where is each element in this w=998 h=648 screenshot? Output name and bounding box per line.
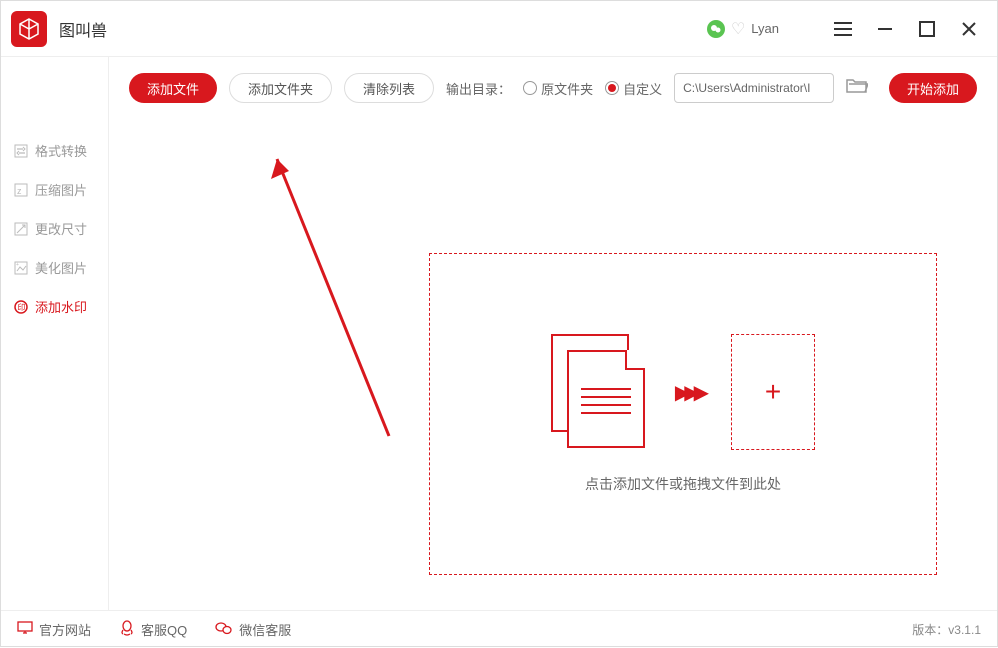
- add-file-button[interactable]: 添加文件: [129, 73, 217, 103]
- app-logo: [11, 11, 47, 47]
- app-title: 图叫兽: [59, 17, 107, 41]
- add-box-icon: +: [731, 334, 815, 450]
- file-stack-icon: [551, 334, 647, 450]
- wechat-icon: [707, 20, 725, 38]
- sidebar-label: 压缩图片: [35, 180, 87, 199]
- arrows-icon: ▶▶▶: [675, 380, 703, 405]
- close-button[interactable]: [951, 11, 987, 47]
- username: Lyan: [751, 21, 779, 36]
- svg-text:z: z: [17, 186, 22, 196]
- sidebar-label: 格式转换: [35, 141, 87, 160]
- beautify-icon: +: [13, 260, 29, 276]
- menu-button[interactable]: [825, 11, 861, 47]
- sidebar-item-format[interactable]: 格式转换: [1, 131, 108, 170]
- footer-label: 微信客服: [239, 620, 291, 639]
- minimize-button[interactable]: [867, 11, 903, 47]
- sidebar-item-watermark[interactable]: 印 添加水印: [1, 287, 108, 326]
- footer-official-site[interactable]: 官方网站: [17, 620, 91, 639]
- sidebar: 格式转换 z 压缩图片 更改尺寸 + 美化图片 印 添加水印: [1, 57, 109, 610]
- footer-wechat[interactable]: 微信客服: [215, 620, 291, 639]
- browse-folder-icon[interactable]: [846, 77, 868, 100]
- clear-list-button[interactable]: 清除列表: [344, 73, 434, 103]
- footer-label: 客服QQ: [141, 620, 187, 639]
- radio-icon: [605, 81, 619, 95]
- annotation-arrow: [259, 141, 409, 461]
- wechat-service-icon: [215, 621, 233, 638]
- convert-icon: [13, 143, 29, 159]
- sidebar-label: 更改尺寸: [35, 219, 87, 238]
- maximize-button[interactable]: [909, 11, 945, 47]
- svg-text:+: +: [16, 262, 19, 268]
- footer-label: 官方网站: [39, 620, 91, 639]
- output-path-input[interactable]: [674, 73, 834, 103]
- watermark-icon: 印: [13, 299, 29, 315]
- sidebar-label: 添加水印: [35, 297, 87, 316]
- heart-icon: ♡: [731, 19, 745, 39]
- start-button[interactable]: 开始添加: [889, 73, 977, 103]
- qq-icon: [119, 620, 135, 639]
- titlebar: 图叫兽 ♡ Lyan: [1, 1, 997, 57]
- output-label: 输出目录：: [446, 79, 511, 98]
- sidebar-item-beautify[interactable]: + 美化图片: [1, 248, 108, 287]
- radio-original-folder[interactable]: 原文件夹: [523, 79, 593, 98]
- radio-label: 自定义: [623, 79, 662, 98]
- radio-icon: [523, 81, 537, 95]
- footer-qq[interactable]: 客服QQ: [119, 620, 187, 639]
- dropzone-text: 点击添加文件或拖拽文件到此处: [585, 474, 781, 494]
- add-folder-button[interactable]: 添加文件夹: [229, 73, 332, 103]
- dropzone-graphic: ▶▶▶ +: [551, 334, 815, 450]
- sidebar-item-resize[interactable]: 更改尺寸: [1, 209, 108, 248]
- version-text: 版本：v3.1.1: [912, 621, 981, 638]
- radio-custom[interactable]: 自定义: [605, 79, 662, 98]
- resize-icon: [13, 221, 29, 237]
- radio-label: 原文件夹: [541, 79, 593, 98]
- main-area: 添加文件 添加文件夹 清除列表 输出目录： 原文件夹 自定义 开始添加: [109, 57, 997, 610]
- svg-text:印: 印: [18, 303, 26, 312]
- sidebar-label: 美化图片: [35, 258, 87, 277]
- monitor-icon: [17, 621, 33, 638]
- compress-icon: z: [13, 182, 29, 198]
- sidebar-item-compress[interactable]: z 压缩图片: [1, 170, 108, 209]
- toolbar: 添加文件 添加文件夹 清除列表 输出目录： 原文件夹 自定义 开始添加: [109, 57, 997, 105]
- dropzone[interactable]: ▶▶▶ + 点击添加文件或拖拽文件到此处: [429, 253, 937, 575]
- footer: 官方网站 客服QQ 微信客服 版本：v3.1.1: [1, 610, 997, 648]
